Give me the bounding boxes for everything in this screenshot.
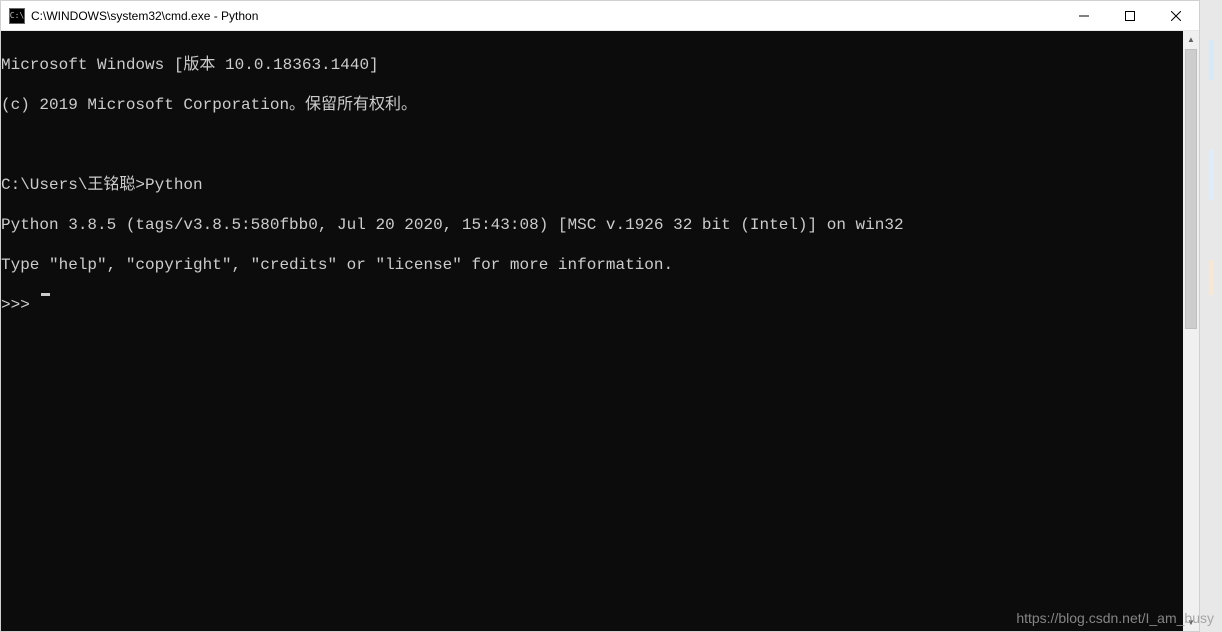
terminal-output[interactable]: Microsoft Windows [版本 10.0.18363.1440] (… xyxy=(1,31,1183,631)
terminal-line: Python 3.8.5 (tags/v3.8.5:580fbb0, Jul 2… xyxy=(1,215,1183,235)
maximize-button[interactable] xyxy=(1107,1,1153,30)
terminal-line: Type "help", "copyright", "credits" or "… xyxy=(1,255,1183,275)
titlebar[interactable]: C:\ C:\WINDOWS\system32\cmd.exe - Python xyxy=(1,1,1199,31)
maximize-icon xyxy=(1125,11,1135,21)
minimize-button[interactable] xyxy=(1061,1,1107,30)
terminal-line: C:\Users\王铭聪>Python xyxy=(1,175,1183,195)
scroll-up-button[interactable]: ▲ xyxy=(1183,31,1199,48)
close-button[interactable] xyxy=(1153,1,1199,30)
watermark-text: https://blog.csdn.net/I_am_busy xyxy=(1016,610,1214,626)
terminal-line: (c) 2019 Microsoft Corporation。保留所有权利。 xyxy=(1,95,1183,115)
window-title: C:\WINDOWS\system32\cmd.exe - Python xyxy=(31,9,1061,23)
close-icon xyxy=(1171,11,1181,21)
scrollbar-thumb[interactable] xyxy=(1185,49,1197,329)
terminal-area: Microsoft Windows [版本 10.0.18363.1440] (… xyxy=(1,31,1199,631)
cmd-window: C:\ C:\WINDOWS\system32\cmd.exe - Python… xyxy=(0,0,1200,632)
minimize-icon xyxy=(1079,11,1089,21)
cmd-icon: C:\ xyxy=(9,8,25,24)
vertical-scrollbar[interactable]: ▲ ▼ xyxy=(1183,31,1199,631)
window-controls xyxy=(1061,1,1199,30)
python-prompt: >>> xyxy=(1,295,39,315)
terminal-line xyxy=(1,135,1183,155)
terminal-line: Microsoft Windows [版本 10.0.18363.1440] xyxy=(1,55,1183,75)
background-edge xyxy=(1200,0,1222,632)
terminal-prompt-line: >>> xyxy=(1,295,1183,315)
cursor xyxy=(41,293,50,296)
